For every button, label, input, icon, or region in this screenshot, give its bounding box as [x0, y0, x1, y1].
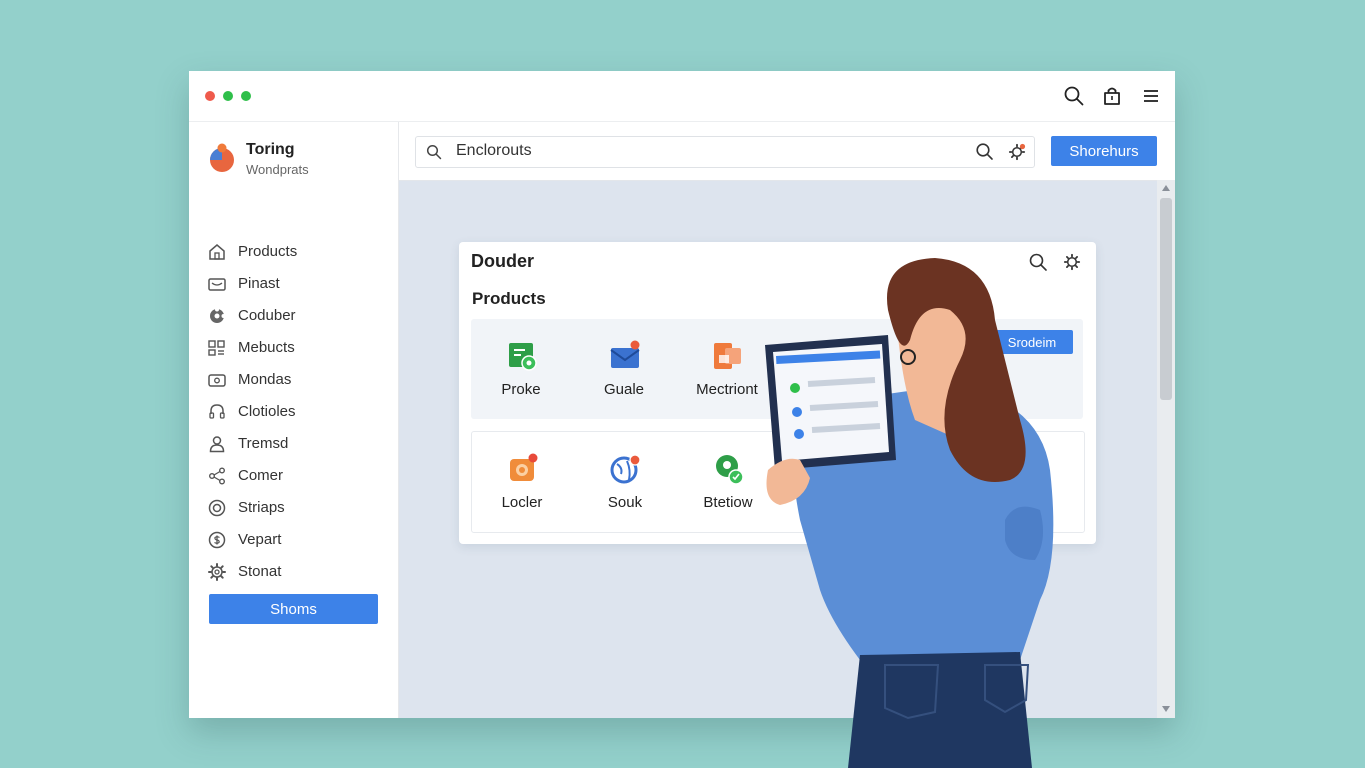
brand-subtitle: Wondprats	[246, 162, 309, 177]
settings-icon[interactable]	[1008, 143, 1026, 161]
grid-icon	[208, 340, 225, 356]
tile-souk[interactable]: Souk	[575, 432, 675, 532]
sidebar-item-pinast[interactable]: Pinast	[207, 272, 387, 296]
scroll-up-icon[interactable]	[1161, 184, 1171, 192]
sidebar-item-label: Comer	[238, 467, 284, 484]
card-subtitle: Products	[472, 289, 546, 308]
tile-proke[interactable]: Proke	[471, 319, 571, 419]
dollar-icon	[208, 531, 226, 549]
globe-icon	[610, 454, 641, 484]
tile-guale[interactable]: Guale	[574, 319, 674, 419]
home-icon	[209, 244, 225, 260]
minimize-window-button[interactable]	[223, 91, 233, 101]
orange-box-icon	[714, 343, 741, 369]
headset-icon	[209, 404, 225, 419]
mail-icon	[208, 278, 226, 291]
target-icon	[208, 499, 226, 517]
envelope-icon	[610, 340, 640, 368]
sidebar-item-clotioles[interactable]: Clotioles	[207, 400, 387, 424]
top-bar: Shorehurs	[399, 122, 1175, 181]
flower-icon	[210, 307, 226, 323]
sidebar: Toring Wondprats Products Pinast Coduber…	[189, 122, 399, 718]
sidebar-item-stonat[interactable]: Stonat	[207, 560, 387, 584]
sidebar-item-label: Pinast	[238, 275, 280, 292]
search-box	[415, 136, 1035, 168]
sidebar-item-label: Stonat	[238, 563, 282, 580]
search-icon	[426, 144, 442, 160]
brand-logo-icon	[210, 143, 234, 172]
sidebar-action-button[interactable]: Shoms	[209, 594, 378, 624]
tile-label: Locler	[501, 494, 543, 511]
settings-icon[interactable]	[1063, 253, 1081, 271]
sidebar-item-mebucts[interactable]: Mebucts	[207, 336, 387, 360]
maximize-window-button[interactable]	[241, 91, 251, 101]
sidebar-item-label: Mebucts	[238, 339, 295, 356]
user-icon	[209, 436, 225, 453]
sidebar-item-coduber[interactable]: Coduber	[207, 304, 387, 328]
title-bar	[189, 71, 1175, 122]
tile-label: Souk	[607, 494, 643, 511]
sidebar-item-tremsd[interactable]: Tremsd	[207, 432, 387, 456]
sidebar-item-striaps[interactable]: Striaps	[207, 496, 387, 520]
scrollbar[interactable]	[1157, 180, 1175, 718]
green-pin-icon	[716, 455, 744, 485]
search-input[interactable]	[456, 141, 956, 161]
search-icon[interactable]	[1063, 85, 1085, 107]
sidebar-item-label: Clotioles	[238, 403, 296, 420]
tile-label: Proke	[501, 381, 541, 398]
sidebar-item-label: Coduber	[238, 307, 296, 324]
share-icon	[209, 467, 225, 485]
person-illustration	[765, 258, 1054, 768]
green-file-icon	[509, 343, 537, 371]
sidebar-item-label: Striaps	[238, 499, 285, 516]
sidebar-item-label: Products	[238, 243, 298, 260]
card-icon	[208, 374, 226, 387]
tile-label: Guale	[603, 381, 645, 398]
close-window-button[interactable]	[205, 91, 215, 101]
sidebar-item-label: Tremsd	[238, 435, 289, 452]
menu-icon[interactable]	[1140, 85, 1162, 107]
sidebar-item-label: Mondas	[238, 371, 292, 388]
top-action-button[interactable]: Shorehurs	[1051, 136, 1157, 166]
sidebar-item-comer[interactable]: Comer	[207, 464, 387, 488]
brand-name: Toring	[246, 141, 295, 158]
sidebar-item-mondas[interactable]: Mondas	[207, 368, 387, 392]
scrollbar-thumb[interactable]	[1160, 198, 1172, 400]
camera-icon	[510, 453, 538, 481]
tile-locler[interactable]: Locler	[472, 432, 572, 532]
search-submit-icon[interactable]	[975, 142, 994, 161]
scroll-down-icon[interactable]	[1161, 705, 1171, 713]
bag-icon[interactable]	[1101, 85, 1123, 107]
card-title: Douder	[471, 251, 534, 271]
sidebar-item-vepart[interactable]: Vepart	[207, 528, 387, 552]
gear-icon	[208, 563, 226, 581]
sidebar-item-label: Vepart	[238, 531, 282, 548]
sidebar-item-products[interactable]: Products	[207, 240, 387, 264]
